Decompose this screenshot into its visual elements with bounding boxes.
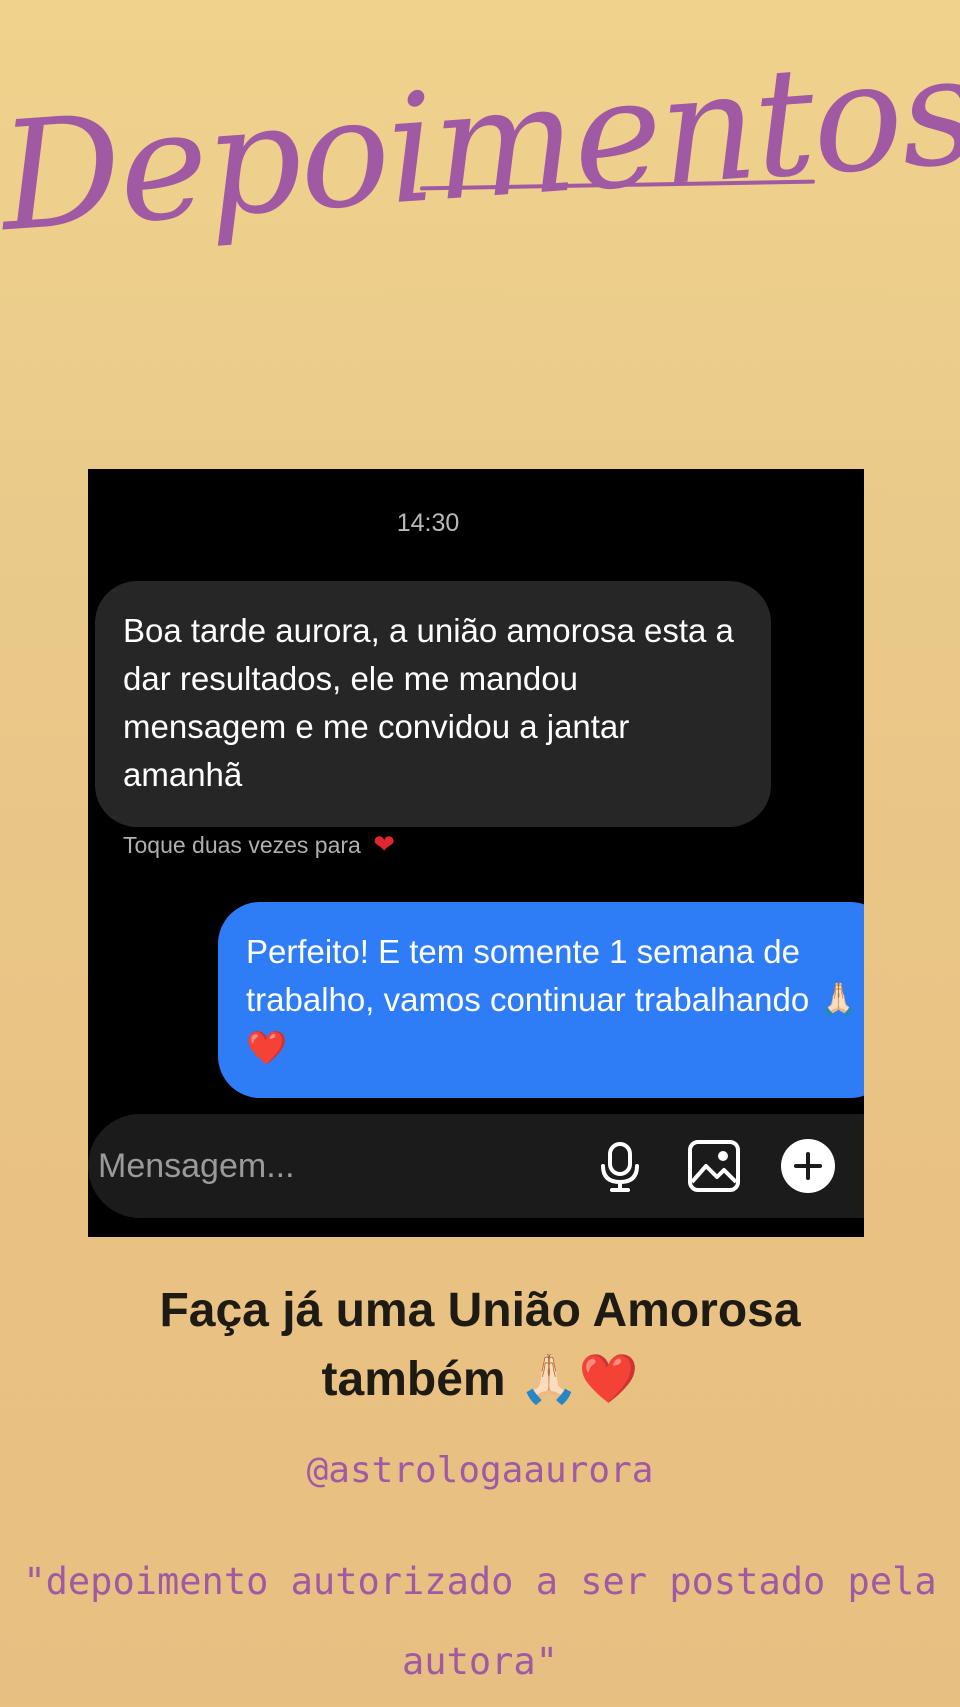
authorization-note: "depoimento autorizado a ser postado pel… <box>23 1560 937 1683</box>
chat-screenshot: 14:30 Boa tarde aurora, a união amorosa … <box>88 469 864 1237</box>
cta-line-2-text: também <box>321 1353 506 1406</box>
double-tap-hint: Toque duas vezes para ❤ <box>123 829 395 860</box>
microphone-button[interactable] <box>592 1138 648 1194</box>
heart-icon: ❤ <box>373 829 396 859</box>
message-timestamp: 14:30 <box>396 509 460 537</box>
microphone-icon <box>601 1142 639 1192</box>
plus-icon <box>781 1139 835 1193</box>
praying-hands-icon: 🙏🏻 <box>518 1351 579 1407</box>
call-to-action: Faça já uma União Amorosa também 🙏🏻❤️ <box>0 1277 960 1414</box>
cta-line-1: Faça já uma União Amorosa <box>159 1284 801 1337</box>
incoming-message-text: Boa tarde aurora, a união amorosa esta a… <box>123 612 734 793</box>
hint-text: Toque duas vezes para <box>123 832 361 858</box>
heart-icon: ❤️ <box>246 1028 288 1067</box>
message-input[interactable] <box>96 1146 540 1187</box>
page-title: Depoimentos <box>0 23 960 266</box>
gallery-button[interactable] <box>686 1138 742 1194</box>
add-button[interactable] <box>780 1138 836 1194</box>
outgoing-message-bubble[interactable]: Perfeito! E tem somente 1 semana de trab… <box>218 902 864 1098</box>
message-composer <box>88 1114 864 1218</box>
instagram-handle: @astrologaaurora <box>306 1450 654 1491</box>
praying-hands-icon: 🙏🏻 <box>818 980 860 1019</box>
outgoing-message-text: Perfeito! E tem somente 1 semana de trab… <box>246 933 810 1018</box>
heart-icon: ❤️ <box>578 1351 639 1407</box>
image-icon <box>688 1140 740 1192</box>
incoming-message-bubble[interactable]: Boa tarde aurora, a união amorosa esta a… <box>95 581 771 827</box>
cta-line-2: também 🙏🏻❤️ <box>0 1345 960 1414</box>
